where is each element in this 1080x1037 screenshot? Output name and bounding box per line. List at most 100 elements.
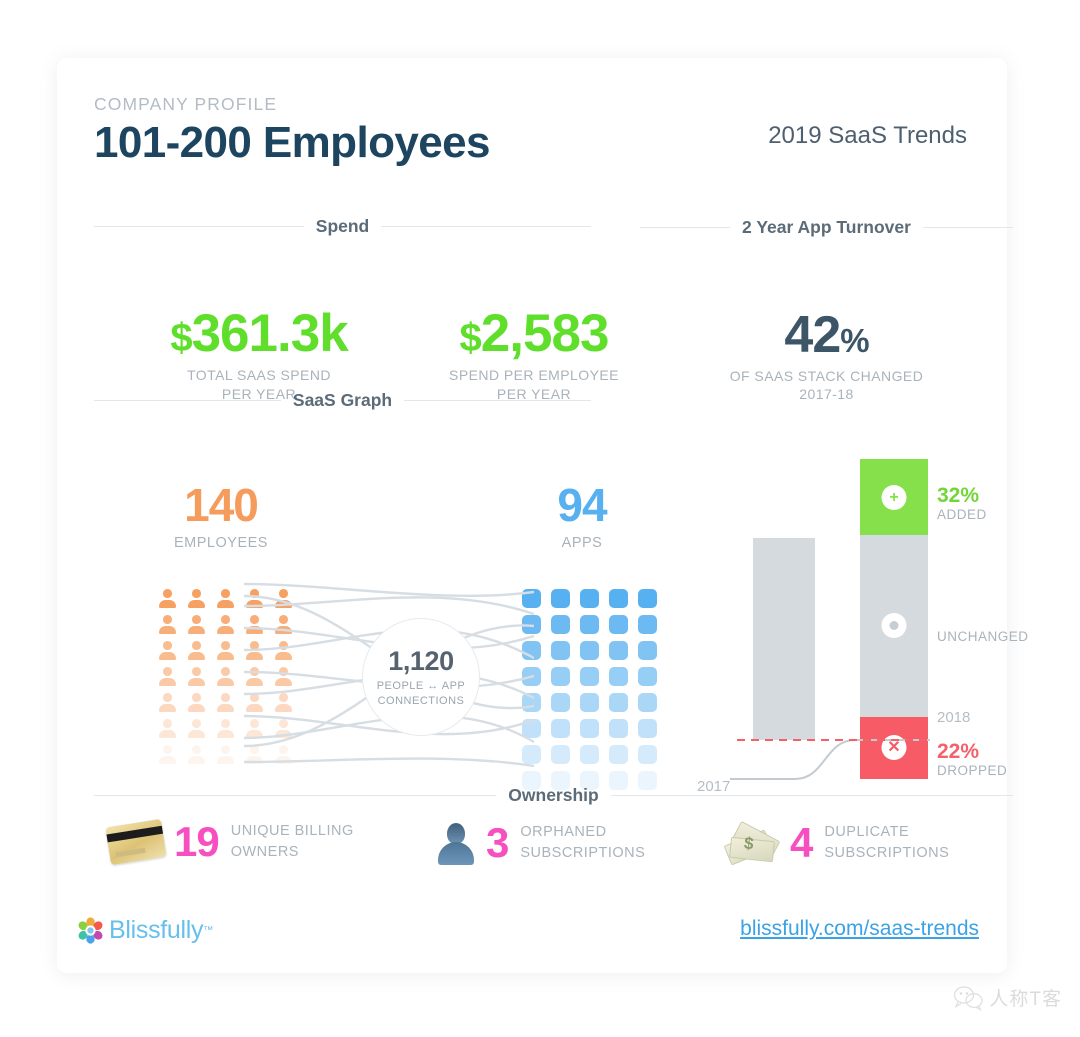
person-icon xyxy=(158,667,177,686)
watermark: 人称T客 xyxy=(953,984,1062,1011)
app-icon xyxy=(551,615,570,634)
person-icon xyxy=(187,641,206,660)
orphaned-label: ORPHANED SUBSCRIPTIONS xyxy=(520,822,645,864)
app-icon xyxy=(580,745,599,764)
currency-symbol: $ xyxy=(459,316,482,360)
apps-count-value: 94 xyxy=(557,479,607,531)
kpi-value: 361.3k xyxy=(191,304,349,363)
app-icon xyxy=(609,641,628,660)
credit-card-icon xyxy=(105,818,167,866)
person-icon xyxy=(158,693,177,712)
app-icon xyxy=(551,641,570,660)
orphaned-value: 3 xyxy=(486,819,509,866)
person-icon xyxy=(216,615,235,634)
rule-left xyxy=(94,795,497,796)
rule-left xyxy=(94,226,304,227)
label-line-1: UNIQUE BILLING xyxy=(230,823,354,839)
kpi-turnover: 42% OF SAAS STACK CHANGED 2017-18 xyxy=(640,308,1013,404)
app-icon xyxy=(580,667,599,686)
section-title-saas-graph: SaaS Graph xyxy=(292,390,393,410)
section-header-ownership: Ownership xyxy=(94,785,1013,806)
app-icon xyxy=(609,719,628,738)
person-icon xyxy=(216,693,235,712)
billing-owners-value: 19 xyxy=(174,818,220,866)
person-icon xyxy=(216,667,235,686)
rule-right xyxy=(610,795,1013,796)
section-header-turnover: 2 Year App Turnover xyxy=(640,217,1013,238)
label-line-2: SUBSCRIPTIONS xyxy=(520,845,646,861)
saas-graph-visual: 140 EMPLOYEES 94 APPS 1,120 PEOPLE ↔ APP… xyxy=(94,426,657,790)
app-icon xyxy=(609,589,628,608)
person-icon xyxy=(216,745,235,764)
kpi-value: 2,583 xyxy=(480,304,610,363)
report-title: 2019 SaaS Trends xyxy=(768,122,967,149)
apps-count-block: 94 APPS xyxy=(507,482,657,551)
money-icon: $ xyxy=(723,820,781,866)
person-icon xyxy=(216,589,235,608)
app-icon xyxy=(551,693,570,712)
baseline-curve xyxy=(730,739,930,780)
rule-right xyxy=(404,400,591,401)
label-line-1: PEOPLE ↔ APP xyxy=(376,680,466,693)
section-title-turnover: 2 Year App Turnover xyxy=(742,217,911,237)
currency-symbol: $ xyxy=(170,316,192,360)
label-line-1: ORPHANED xyxy=(520,823,607,840)
section-header-saas-graph: SaaS Graph xyxy=(94,390,591,411)
connections-value: 1,120 xyxy=(388,646,454,677)
wechat-icon xyxy=(954,985,984,1011)
app-icon xyxy=(609,745,628,764)
app-icon xyxy=(551,745,570,764)
ownership-item-billing-owners: 19 UNIQUE BILLING OWNERS xyxy=(105,818,354,866)
eyebrow-label: COMPANY PROFILE xyxy=(94,94,278,114)
label-line-1: TOTAL SAAS SPEND xyxy=(187,366,331,383)
label-line-1: OF SAAS STACK CHANGED xyxy=(729,367,924,384)
duplicate-value: 4 xyxy=(790,819,813,866)
legend-added: 32% ADDED xyxy=(937,484,987,522)
app-icon xyxy=(609,693,628,712)
app-icon xyxy=(551,667,570,686)
label-line-2: OWNERS xyxy=(230,844,299,861)
blissfully-flower-icon xyxy=(78,917,103,944)
website-link[interactable]: blissfully.com/saas-trends xyxy=(740,917,979,941)
app-icon xyxy=(551,589,570,608)
app-icon xyxy=(580,615,599,634)
employees-count-value: 140 xyxy=(184,479,259,531)
person-icon xyxy=(216,719,235,738)
billing-owners-label: UNIQUE BILLING OWNERS xyxy=(231,821,354,863)
dropped-label: DROPPED xyxy=(937,763,1008,779)
person-icon xyxy=(158,589,177,608)
ownership-stats: 19 UNIQUE BILLING OWNERS 3 ORPHANED SUBS… xyxy=(94,818,1013,899)
section-title-ownership: Ownership xyxy=(508,785,599,805)
rule-left xyxy=(640,227,731,228)
legend-unchanged: UNCHANGED xyxy=(937,629,1029,644)
brand-name: Blissfully xyxy=(109,916,204,944)
added-label: ADDED xyxy=(937,507,987,523)
kpi-total-spend-value: $361.3k xyxy=(104,306,414,362)
kpi-turnover-value: 42% xyxy=(640,308,1013,363)
ownership-item-duplicate: $ 4 DUPLICATE SUBSCRIPTIONS xyxy=(723,819,949,866)
app-icon xyxy=(609,615,628,634)
app-icon xyxy=(580,719,599,738)
infographic-card: COMPANY PROFILE 101-200 Employees 2019 S… xyxy=(57,58,1028,973)
brand-logo[interactable]: Blissfully ™ xyxy=(77,916,213,945)
person-icon xyxy=(187,719,206,738)
employees-count-label: EMPLOYEES xyxy=(174,535,268,551)
turnover-bar-chart: + ✕ 32% ADDED UNCHANGED 22% DROPPED 2017… xyxy=(640,393,1028,795)
person-icon xyxy=(187,693,206,712)
axis-label-2018: 2018 xyxy=(937,709,971,726)
person-icon xyxy=(158,745,177,764)
page-title: 101-200 Employees xyxy=(94,118,490,167)
person-icon xyxy=(158,719,177,738)
app-icon xyxy=(580,641,599,660)
person-icon xyxy=(187,745,206,764)
person-icon xyxy=(187,667,206,686)
person-icon xyxy=(216,641,235,660)
section-header-spend: Spend xyxy=(94,216,592,237)
added-percent: 32% xyxy=(937,484,980,507)
percent-symbol: % xyxy=(840,322,869,359)
section-title-spend: Spend xyxy=(315,216,370,236)
watermark-text: 人称T客 xyxy=(989,989,1062,1010)
dropped-percent: 22% xyxy=(937,740,980,763)
rule-right xyxy=(381,226,592,227)
kpi-total-spend: $361.3k TOTAL SAAS SPEND PER YEAR xyxy=(104,306,414,403)
